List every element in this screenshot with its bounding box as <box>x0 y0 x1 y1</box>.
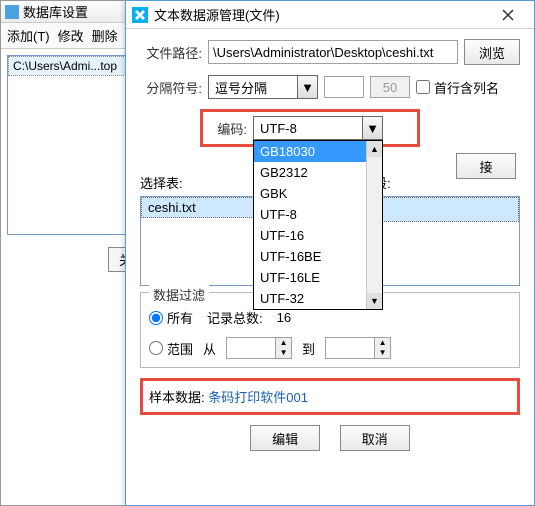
spin-up-icon[interactable]: ▲ <box>375 338 390 348</box>
filter-legend: 数据过滤 <box>149 285 209 304</box>
delimiter-num1[interactable] <box>324 76 364 98</box>
encoding-option[interactable]: GB2312 <box>254 162 382 183</box>
spin-down-icon[interactable]: ▼ <box>276 348 291 358</box>
encoding-label: 编码: <box>207 119 247 138</box>
delimiter-label: 分隔符号: <box>140 78 202 97</box>
close-icon <box>502 9 514 21</box>
to-label: 到 <box>302 339 315 358</box>
file-path-input[interactable] <box>208 40 458 64</box>
sample-label: 样本数据: <box>149 390 205 405</box>
text-datasource-dialog: 文本数据源管理(文件) 文件路径: 浏览 分隔符号: 逗号分隔 ▼ 首行含列名 <box>125 0 535 506</box>
menu-add[interactable]: 添加(T) <box>7 26 50 45</box>
radio-range[interactable]: 范围 <box>149 339 193 358</box>
dialog-title: 文本数据源管理(文件) <box>154 5 280 24</box>
delimiter-num2 <box>370 76 410 98</box>
scroll-down-icon[interactable]: ▼ <box>367 293 382 309</box>
spin-down-icon[interactable]: ▼ <box>375 348 390 358</box>
cancel-button[interactable]: 取消 <box>340 425 410 451</box>
test-connect-button[interactable]: 接 <box>456 153 516 179</box>
sample-data-highlight-box: 样本数据: 条码打印软件001 <box>140 378 520 415</box>
list-item[interactable]: C:\Users\Admi...top <box>8 56 142 76</box>
encoding-option[interactable]: GBK <box>254 183 382 204</box>
file-path-label: 文件路径: <box>140 43 202 62</box>
radio-all[interactable]: 所有 <box>149 308 193 327</box>
edit-button[interactable]: 编辑 <box>250 425 320 451</box>
menu-delete[interactable]: 删除 <box>92 26 118 45</box>
encoding-option[interactable]: UTF-16 <box>254 225 382 246</box>
chevron-down-icon: ▼ <box>297 76 317 98</box>
from-label: 从 <box>203 339 216 358</box>
spin-up-icon[interactable]: ▲ <box>276 338 291 348</box>
encoding-highlight-box: 编码: UTF-8 ▼ GB18030 GB2312 GBK UTF-8 UTF… <box>200 109 420 147</box>
encoding-option[interactable]: UTF-8 <box>254 204 382 225</box>
bg-window-title: 数据库设置 <box>23 2 88 21</box>
encoding-select[interactable]: UTF-8 ▼ <box>253 116 383 140</box>
menu-edit[interactable]: 修改 <box>58 26 84 45</box>
encoding-dropdown[interactable]: GB18030 GB2312 GBK UTF-8 UTF-16 UTF-16BE… <box>253 140 383 310</box>
browse-button[interactable]: 浏览 <box>464 39 520 65</box>
first-row-header-checkbox[interactable]: 首行含列名 <box>416 78 499 97</box>
encoding-option[interactable]: UTF-16BE <box>254 246 382 267</box>
encoding-option[interactable]: UTF-16LE <box>254 267 382 288</box>
datasource-list[interactable]: C:\Users\Admi...top <box>7 55 143 235</box>
dialog-titlebar: 文本数据源管理(文件) <box>126 1 534 29</box>
chevron-down-icon: ▼ <box>362 117 382 139</box>
close-button[interactable] <box>488 1 528 29</box>
dropdown-scrollbar[interactable]: ▲ ▼ <box>366 141 382 309</box>
sample-value: 条码打印软件001 <box>208 390 308 405</box>
to-spinner[interactable]: ▲▼ <box>325 337 391 359</box>
scroll-up-icon[interactable]: ▲ <box>367 141 382 157</box>
encoding-option[interactable]: GB18030 <box>254 141 382 162</box>
app-icon <box>132 7 148 23</box>
record-count-label: 记录总数: <box>207 308 263 327</box>
delimiter-select[interactable]: 逗号分隔 ▼ <box>208 75 318 99</box>
record-count-value: 16 <box>277 310 291 325</box>
from-spinner[interactable]: ▲▼ <box>226 337 292 359</box>
db-icon <box>5 5 19 19</box>
encoding-option[interactable]: UTF-32 <box>254 288 382 309</box>
